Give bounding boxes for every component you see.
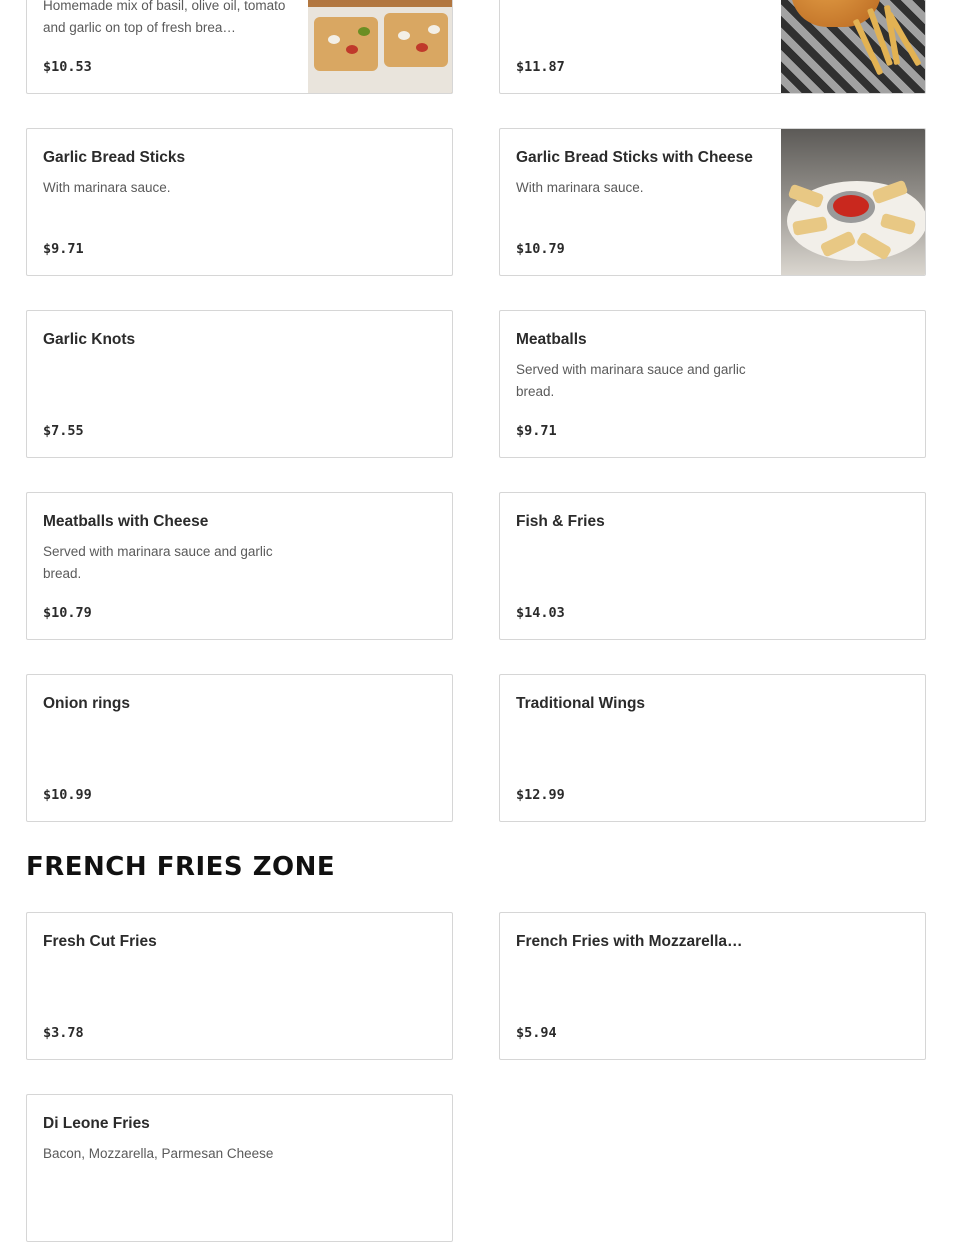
menu-item-price: $5.94	[516, 1025, 557, 1041]
menu-item-name: Di Leone Fries	[43, 1115, 150, 1132]
menu-item-name: Onion rings	[43, 695, 130, 712]
bruschetta-image	[308, 0, 452, 93]
menu-item-card[interactable]: Garlic Bread Sticks with Cheese With mar…	[499, 128, 926, 276]
menu-item-card[interactable]: Onion rings $10.99	[26, 674, 453, 822]
section-title: FRENCH FRIES ZONE	[26, 852, 336, 882]
menu-item-card[interactable]: Fish & Fries $14.03	[499, 492, 926, 640]
menu-item-name: Garlic Knots	[43, 331, 136, 348]
menu-item-card[interactable]: Di Leone Fries Bacon, Mozzarella, Parmes…	[26, 1094, 453, 1242]
menu-item-price: $10.79	[43, 605, 92, 621]
menu-item-card[interactable]: Traditional Wings $12.99	[499, 674, 926, 822]
menu-item-name: Meatballs	[516, 331, 587, 348]
menu-item-card[interactable]: Homemade mix of basil, olive oil, tomato…	[26, 0, 453, 94]
menu-item-price: $9.71	[516, 423, 557, 439]
menu-item-name: French Fries with Mozzarella…	[516, 933, 743, 950]
menu-item-description: Served with marinara sauce and garlic br…	[516, 362, 746, 399]
menu-item-card[interactable]: Fresh Cut Fries $3.78	[26, 912, 453, 1060]
menu-item-price: $14.03	[516, 605, 565, 621]
menu-item-description: Homemade mix of basil, olive oil, tomato…	[43, 0, 286, 35]
menu-item-name: Fish & Fries	[516, 513, 605, 530]
menu-item-name: Fresh Cut Fries	[43, 933, 157, 950]
menu-item-description: With marinara sauce.	[516, 180, 644, 195]
menu-item-card[interactable]: Meatballs with Cheese Served with marina…	[26, 492, 453, 640]
menu-item-card[interactable]: $11.87	[499, 0, 926, 94]
menu-item-name: Garlic Bread Sticks	[43, 149, 186, 166]
menu-item-price: $10.53	[43, 59, 92, 75]
menu-item-name: Meatballs with Cheese	[43, 513, 209, 530]
menu-item-price: $11.87	[516, 59, 565, 75]
menu-item-card[interactable]: Meatballs Served with marinara sauce and…	[499, 310, 926, 458]
menu-item-price: $3.78	[43, 1025, 84, 1041]
menu-item-description: Bacon, Mozzarella, Parmesan Cheese	[43, 1146, 274, 1161]
garlic-bread-sticks-image	[781, 129, 925, 275]
menu-item-name: Garlic Bread Sticks with Cheese	[516, 149, 753, 166]
menu-item-card[interactable]: French Fries with Mozzarella… $5.94	[499, 912, 926, 1060]
menu-item-name: Traditional Wings	[516, 695, 646, 712]
menu-item-price: $7.55	[43, 423, 84, 439]
menu-item-price: $10.99	[43, 787, 92, 803]
menu-item-price: $12.99	[516, 787, 565, 803]
menu-item-card[interactable]: Garlic Knots $7.55	[26, 310, 453, 458]
menu-item-description: Served with marinara sauce and garlic br…	[43, 544, 273, 581]
menu-item-card[interactable]: Garlic Bread Sticks With marinara sauce.…	[26, 128, 453, 276]
menu-item-price: $10.79	[516, 241, 565, 257]
menu-item-price: $9.71	[43, 241, 84, 257]
fish-and-fries-image	[781, 0, 925, 93]
menu-item-description: With marinara sauce.	[43, 180, 171, 195]
